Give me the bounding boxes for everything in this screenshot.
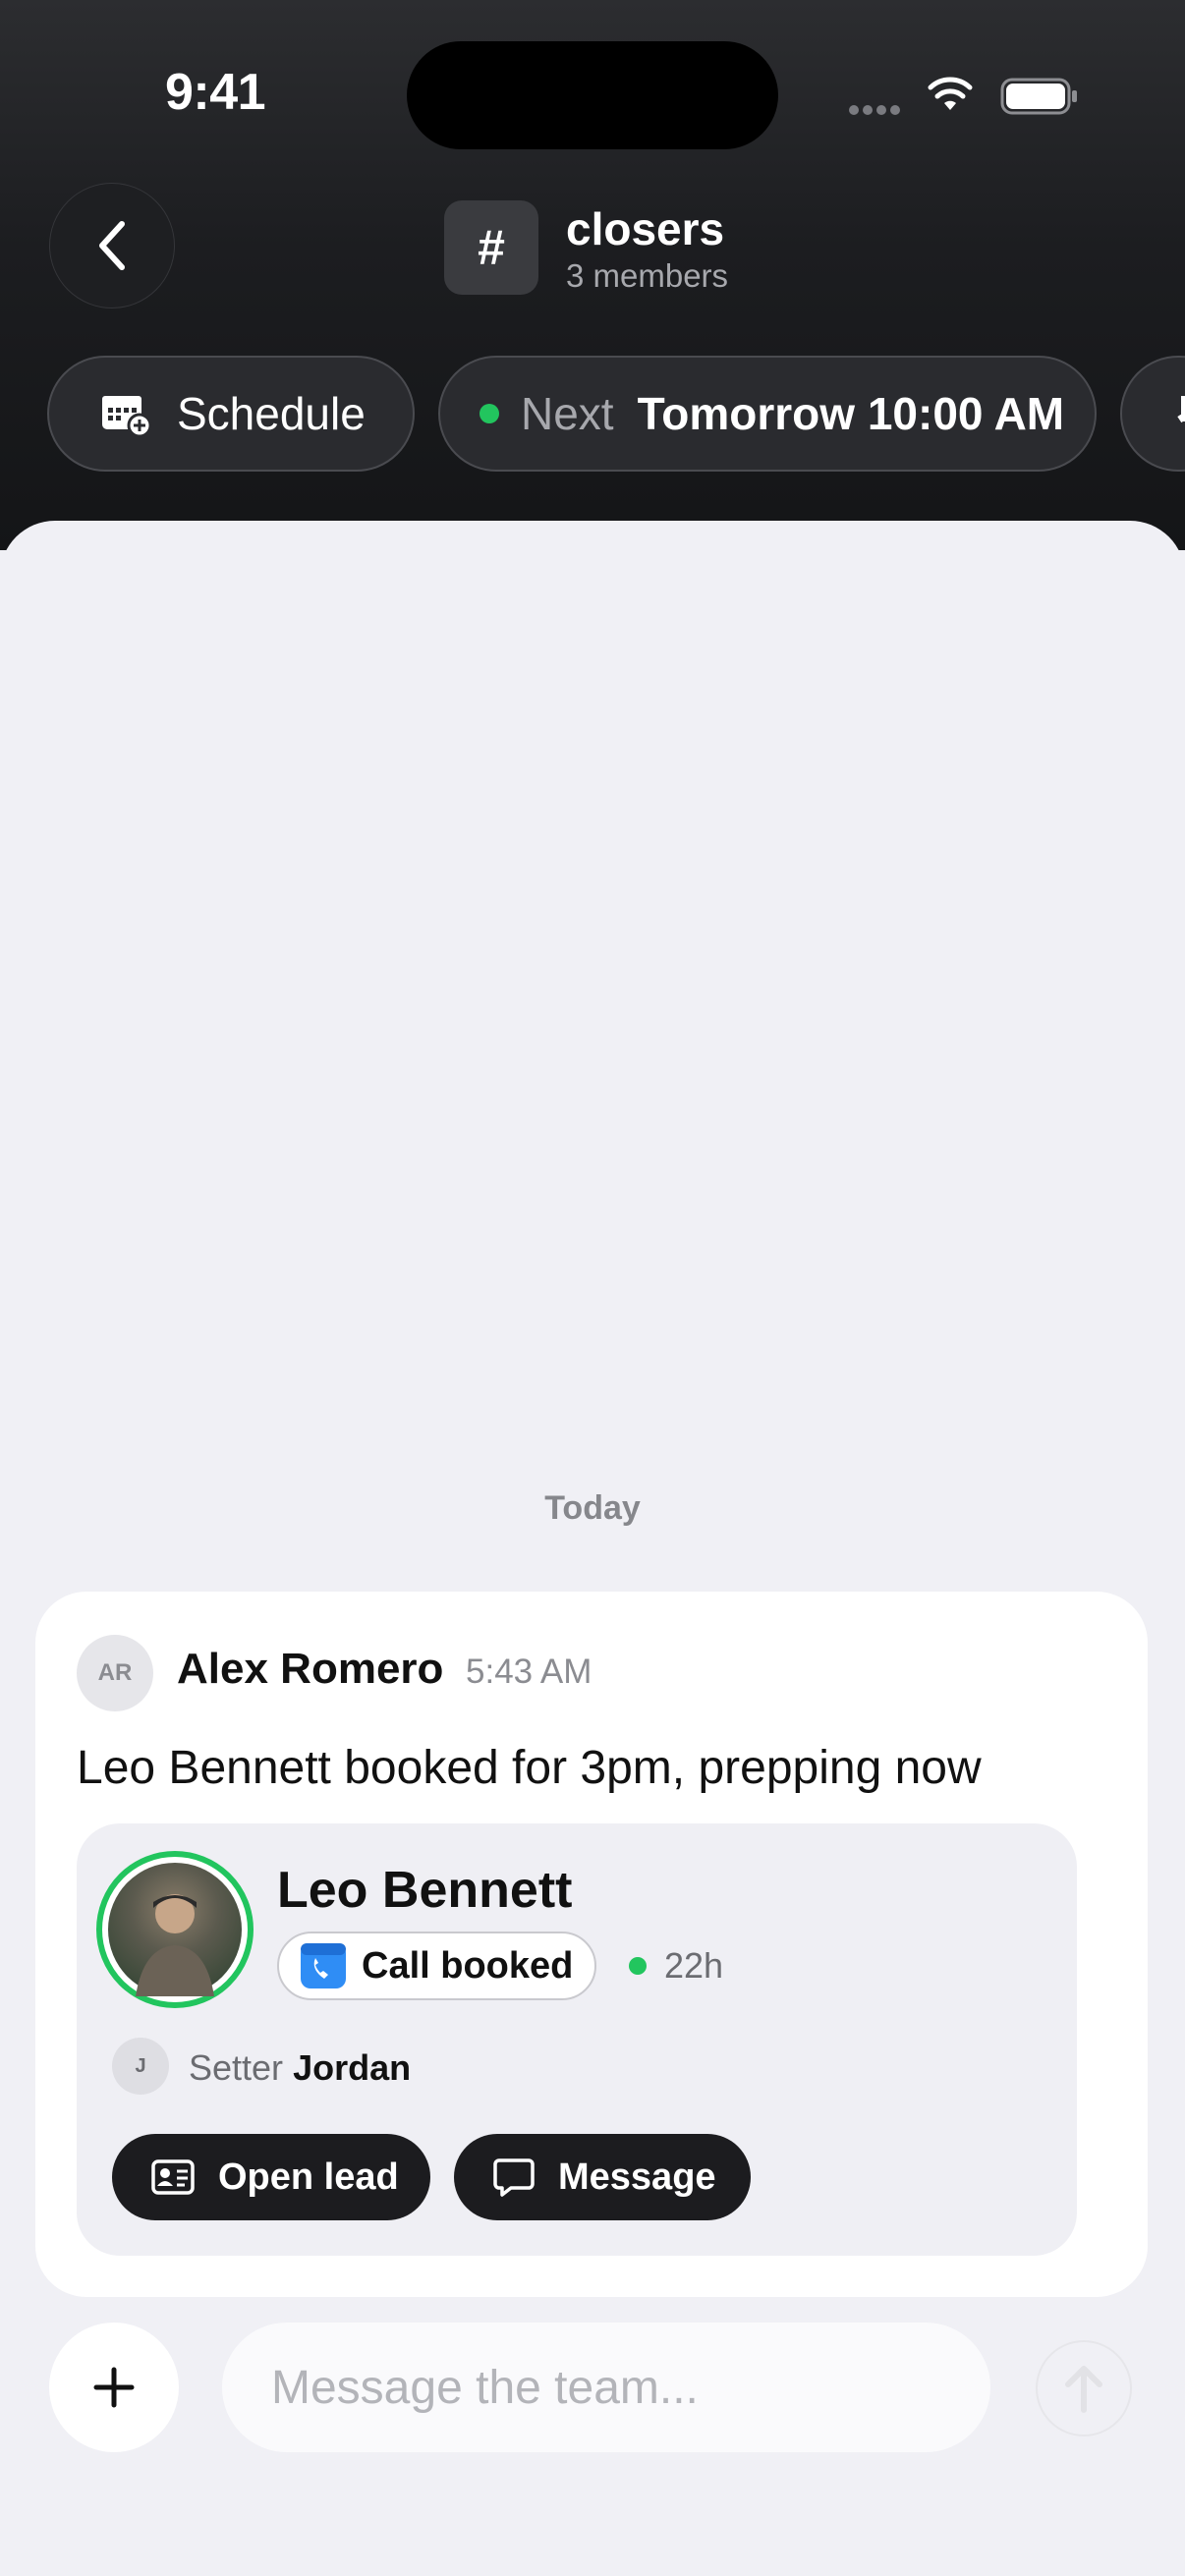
calendar-add-icon — [102, 396, 152, 437]
more-chip[interactable] — [1120, 356, 1185, 472]
send-arrow-icon — [1065, 2366, 1102, 2413]
open-lead-button[interactable]: Open lead — [112, 2134, 430, 2220]
chat-bubble-icon — [493, 2158, 535, 2197]
member-count: 3 members — [566, 257, 729, 294]
schedule-chip[interactable]: Schedule — [47, 356, 415, 472]
wifi-icon — [928, 75, 973, 114]
next-label: Next — [521, 388, 614, 439]
setter-row: Setter Jordan — [189, 2047, 411, 2089]
setter-label: Setter — [189, 2047, 284, 2088]
channel-name[interactable]: closers — [566, 202, 724, 255]
live-status-dot — [480, 404, 499, 423]
message-label: Message — [558, 2156, 716, 2198]
message-text: Leo Bennett booked for 3pm, prepping now — [77, 1742, 982, 1794]
attach-button[interactable] — [49, 2323, 179, 2452]
author-name[interactable]: Alex Romero — [177, 1645, 443, 1694]
back-button[interactable] — [49, 183, 175, 308]
lead-avatar[interactable] — [96, 1851, 254, 2008]
battery-icon — [1000, 77, 1079, 116]
open-lead-label: Open lead — [218, 2156, 399, 2198]
status-time: 9:41 — [165, 64, 266, 121]
contact-card-icon — [151, 2159, 195, 2195]
dynamic-island — [407, 41, 778, 149]
next-value: Tomorrow 10:00 AM — [637, 388, 1065, 439]
status-badge-label: Call booked — [362, 1944, 574, 1987]
channel-hash-icon: # — [444, 200, 538, 295]
lead-name[interactable]: Leo Bennett — [277, 1861, 572, 1920]
message-input[interactable] — [222, 2323, 990, 2452]
lead-photo — [108, 1863, 242, 1996]
setter-name[interactable]: Jordan — [293, 2047, 411, 2088]
lead-age: 22h — [664, 1945, 724, 1986]
signal-icon — [849, 102, 910, 116]
plus-icon — [93, 2367, 135, 2408]
send-button[interactable] — [1036, 2340, 1132, 2436]
date-divider: Today — [544, 1489, 641, 1527]
author-avatar[interactable]: AR — [77, 1635, 153, 1711]
online-dot — [629, 1957, 647, 1975]
phone-calendar-icon — [301, 1943, 346, 1988]
channel-header: 9:41 # closers 3 members Schedule Next T… — [0, 0, 1185, 550]
message-time: 5:43 AM — [466, 1652, 592, 1691]
setter-avatar: J — [112, 2038, 169, 2095]
message-button[interactable]: Message — [454, 2134, 751, 2220]
schedule-label: Schedule — [177, 388, 366, 439]
status-badge: Call booked — [277, 1932, 597, 2000]
back-chevron-icon — [99, 221, 125, 270]
download-icon — [1177, 396, 1185, 423]
next-call-chip[interactable]: Next Tomorrow 10:00 AM — [438, 356, 1097, 472]
